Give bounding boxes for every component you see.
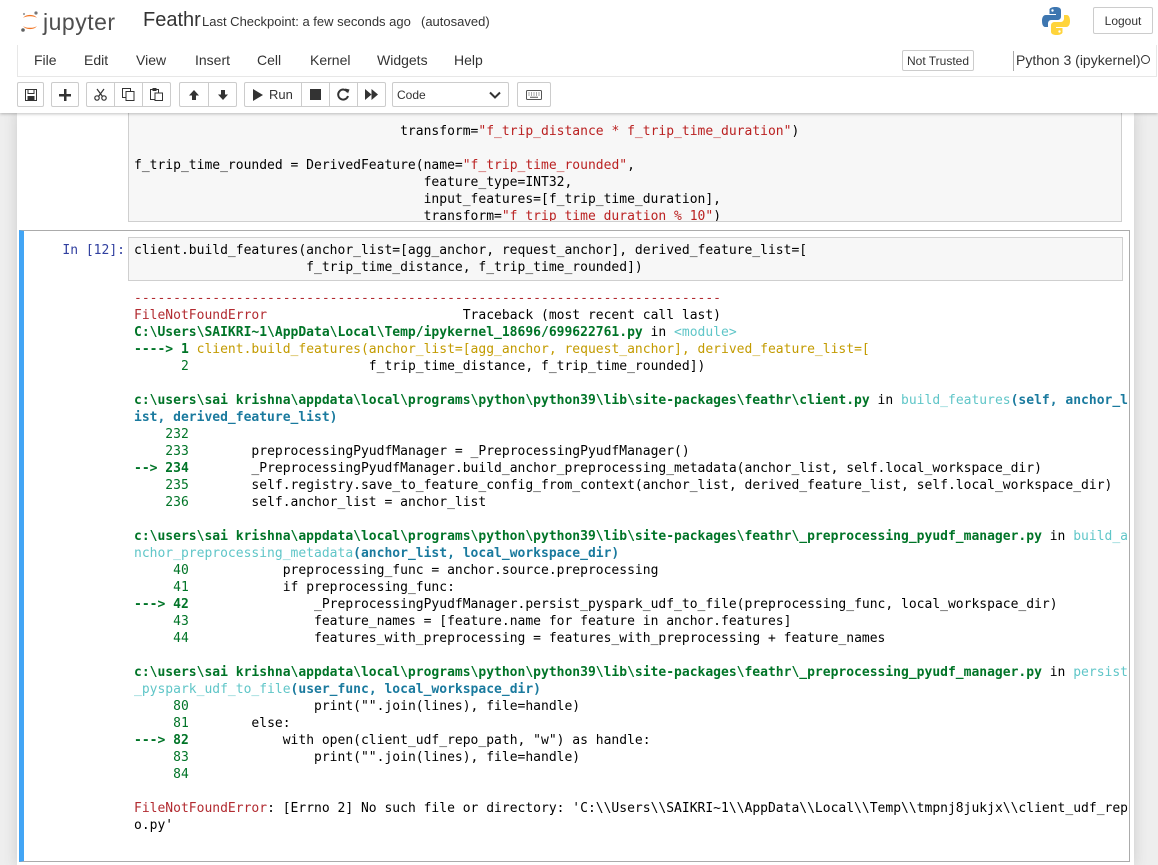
run-label: Run xyxy=(269,87,293,102)
interrupt-button[interactable] xyxy=(301,82,330,107)
kernel-idle-icon xyxy=(1141,55,1150,64)
menu-insert[interactable]: Insert xyxy=(195,52,230,68)
code-line: feature_type=INT32, xyxy=(134,175,573,190)
insert-cell-button[interactable] xyxy=(51,82,79,107)
plus-icon xyxy=(59,88,71,101)
menu-kernel[interactable]: Kernel xyxy=(310,52,350,68)
final-error-message: : [Errno 2] No such file or directory: '… xyxy=(267,801,1128,816)
frame-line: client.build_features(anchor_list=[agg_a… xyxy=(196,342,870,357)
run-button[interactable]: Run xyxy=(244,82,302,107)
python-logo-icon xyxy=(1042,7,1070,35)
kernel-separator xyxy=(1013,51,1014,71)
current-cell-input[interactable]: client.build_features(anchor_list=[agg_a… xyxy=(128,237,1123,281)
jupyter-logo[interactable]: jupyter xyxy=(20,8,116,36)
frame-func: <module> xyxy=(674,325,737,340)
autosave-status: (autosaved) xyxy=(421,14,490,29)
frame-path: c:\users\sai krishna\appdata\local\progr… xyxy=(134,393,870,408)
frame-func: build_features xyxy=(901,393,1011,408)
cell-type-select[interactable]: Code xyxy=(392,82,509,107)
header-top: jupyter Feathr Last Checkpoint: a few se… xyxy=(0,0,1158,44)
jupyter-wordmark: jupyter xyxy=(43,8,116,35)
frame-line: f_trip_time_distance, f_trip_time_rounde… xyxy=(196,359,706,374)
traceback-rule: ----------------------------------------… xyxy=(134,291,721,306)
code-line: transform="f_trip_time_duration % 10") xyxy=(134,209,722,222)
cut-button[interactable] xyxy=(86,82,115,107)
arrow-up-icon xyxy=(189,89,199,100)
trust-indicator[interactable]: Not Trusted xyxy=(902,50,974,71)
frame-path: c:\users\sai krishna\appdata\local\progr… xyxy=(134,665,1042,680)
previous-cell-input[interactable]: transform="f_trip_distance * f_trip_time… xyxy=(128,113,1122,222)
frame-func: persist xyxy=(1073,665,1129,680)
code-line: f_trip_time_distance, f_trip_time_rounde… xyxy=(134,260,643,275)
jupyter-logo-icon xyxy=(21,11,38,32)
frame-path: c:\users\sai krishna\appdata\local\progr… xyxy=(134,529,1042,544)
menu-help[interactable]: Help xyxy=(454,52,483,68)
cell-prompt: In [12]: xyxy=(62,243,125,258)
restart-button[interactable] xyxy=(329,82,358,107)
menu-widgets[interactable]: Widgets xyxy=(377,52,428,68)
frame-func: build_a xyxy=(1073,529,1129,544)
restart-icon xyxy=(337,88,350,101)
cell-type-value: Code xyxy=(397,87,426,102)
kernel-name[interactable]: Python 3 (ipykernel) xyxy=(1016,52,1141,68)
copy-button[interactable] xyxy=(114,82,143,107)
code-line: transform="f_trip_distance * f_trip_time… xyxy=(400,124,800,139)
notebook-name[interactable]: Feathr xyxy=(143,9,201,32)
command-palette-button[interactable] xyxy=(517,82,551,107)
save-button[interactable] xyxy=(17,82,44,107)
fast-forward-icon xyxy=(365,89,378,100)
previous-cell-code: transform="f_trip_distance * f_trip_time… xyxy=(134,113,800,222)
move-up-button[interactable] xyxy=(179,82,209,107)
error-name: FileNotFoundError xyxy=(134,308,268,323)
notebook-page: transform="f_trip_distance * f_trip_time… xyxy=(17,113,1134,865)
logout-button[interactable]: Logout xyxy=(1093,7,1153,34)
traceback-output: ----------------------------------------… xyxy=(134,291,1129,833)
keyboard-icon xyxy=(526,89,542,100)
copy-icon xyxy=(122,88,135,101)
final-error-name: FileNotFoundError xyxy=(134,801,268,816)
cell-output: ----------------------------------------… xyxy=(134,290,1129,834)
notebook-header: jupyter Feathr Last Checkpoint: a few se… xyxy=(0,0,1158,113)
code-line: client.build_features(anchor_list=[agg_a… xyxy=(134,243,808,258)
chevron-down-icon xyxy=(489,91,501,99)
checkpoint-status: Last Checkpoint: a few seconds ago xyxy=(202,14,411,29)
scissors-icon xyxy=(94,88,107,101)
arrow-down-icon xyxy=(217,89,228,100)
move-down-button[interactable] xyxy=(208,82,237,107)
menu-edit[interactable]: Edit xyxy=(84,52,108,68)
toolbar: Run Code xyxy=(17,82,1157,108)
frame-path: C:\Users\SAIKRI~1\AppData\Local\Temp/ipy… xyxy=(134,325,643,340)
menu-cell[interactable]: Cell xyxy=(257,52,281,68)
floppy-icon xyxy=(24,88,37,101)
code-line: f_trip_time_rounded = DerivedFeature(nam… xyxy=(134,158,635,173)
menu-file[interactable]: File xyxy=(34,52,57,68)
paste-icon xyxy=(150,88,163,101)
current-cell-code: client.build_features(anchor_list=[agg_a… xyxy=(134,242,807,276)
traceback-header: Traceback (most recent call last) xyxy=(267,308,722,323)
restart-run-all-button[interactable] xyxy=(357,82,386,107)
notebook-area[interactable]: transform="f_trip_distance * f_trip_time… xyxy=(0,113,1158,865)
menubar: File Edit View Insert Cell Kernel Widget… xyxy=(17,45,1157,77)
code-line: input_features=[f_trip_time_duration], xyxy=(134,192,721,207)
play-icon xyxy=(253,88,263,101)
stop-icon xyxy=(310,89,321,100)
menu-view[interactable]: View xyxy=(136,52,166,68)
paste-button[interactable] xyxy=(142,82,171,107)
